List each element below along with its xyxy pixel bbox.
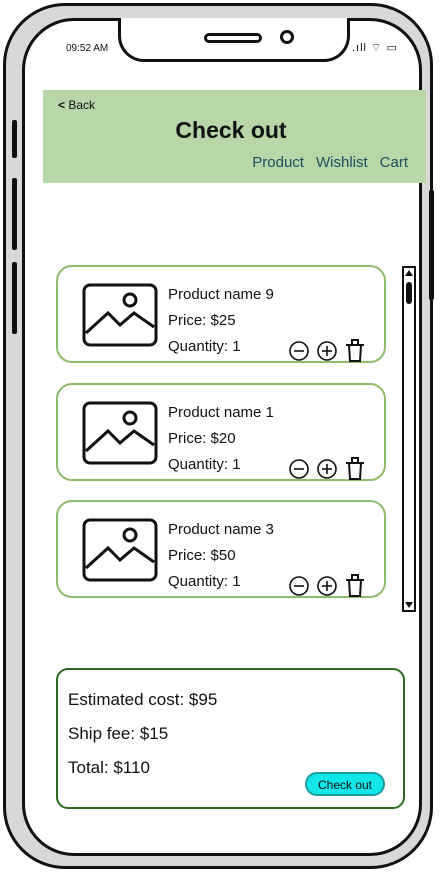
nav-product[interactable]: Product <box>252 154 304 171</box>
scrollbar[interactable] <box>402 266 416 612</box>
product-quantity: Quantity: 1 <box>168 456 241 473</box>
volume-down-button <box>12 262 17 334</box>
status-time: 09:52 AM <box>66 43 109 54</box>
plus-icon[interactable] <box>316 575 338 597</box>
checkout-button[interactable]: Check out <box>305 772 385 796</box>
product-card: Product name 3 Price: $50 Quantity: 1 <box>56 500 386 598</box>
minus-icon[interactable] <box>288 575 310 597</box>
trash-icon[interactable] <box>344 339 366 363</box>
total-cost: Total: $110 <box>68 758 150 777</box>
page-title: Check out <box>175 117 287 143</box>
top-nav: Product Wishlist Cart <box>252 154 408 171</box>
product-price: Price: $25 <box>168 312 236 329</box>
scrollbar-thumb[interactable] <box>406 282 412 304</box>
product-quantity: Quantity: 1 <box>168 338 241 355</box>
nav-cart[interactable]: Cart <box>380 154 408 171</box>
back-button[interactable]: < Back <box>58 98 95 112</box>
product-name: Product name 3 <box>168 521 274 538</box>
product-name: Product name 1 <box>168 404 274 421</box>
plus-icon[interactable] <box>316 458 338 480</box>
scroll-up-icon[interactable] <box>405 270 413 276</box>
scroll-down-icon[interactable] <box>405 602 413 608</box>
product-card: Product name 1 Price: $20 Quantity: 1 <box>56 383 386 481</box>
speaker-icon <box>204 33 262 43</box>
product-price: Price: $20 <box>168 430 236 447</box>
power-button <box>429 190 434 300</box>
minus-icon[interactable] <box>288 340 310 362</box>
image-placeholder-icon <box>82 401 158 465</box>
product-quantity: Quantity: 1 <box>168 573 241 590</box>
estimated-cost: Estimated cost: $95 <box>68 690 218 709</box>
image-placeholder-icon <box>82 518 158 582</box>
chevron-left-icon: < <box>58 98 66 112</box>
nav-wishlist[interactable]: Wishlist <box>316 154 368 171</box>
ship-fee: Ship fee: $15 <box>68 724 169 743</box>
volume-up-button <box>12 178 17 250</box>
product-card: Product name 9 Price: $25 Quantity: 1 <box>56 265 386 363</box>
status-icons: .ıll ⌔ ▭ <box>352 42 398 54</box>
order-summary: Estimated cost: $95 Ship fee: $15 Total:… <box>56 668 405 809</box>
plus-icon[interactable] <box>316 340 338 362</box>
header-bar: < Back Check out Product Wishlist Cart <box>43 90 426 183</box>
mute-switch <box>12 120 17 158</box>
product-name: Product name 9 <box>168 286 274 303</box>
camera-icon <box>280 30 294 44</box>
trash-icon[interactable] <box>344 457 366 481</box>
image-placeholder-icon <box>82 283 158 347</box>
minus-icon[interactable] <box>288 458 310 480</box>
product-price: Price: $50 <box>168 547 236 564</box>
back-label: Back <box>68 98 96 112</box>
trash-icon[interactable] <box>344 574 366 598</box>
